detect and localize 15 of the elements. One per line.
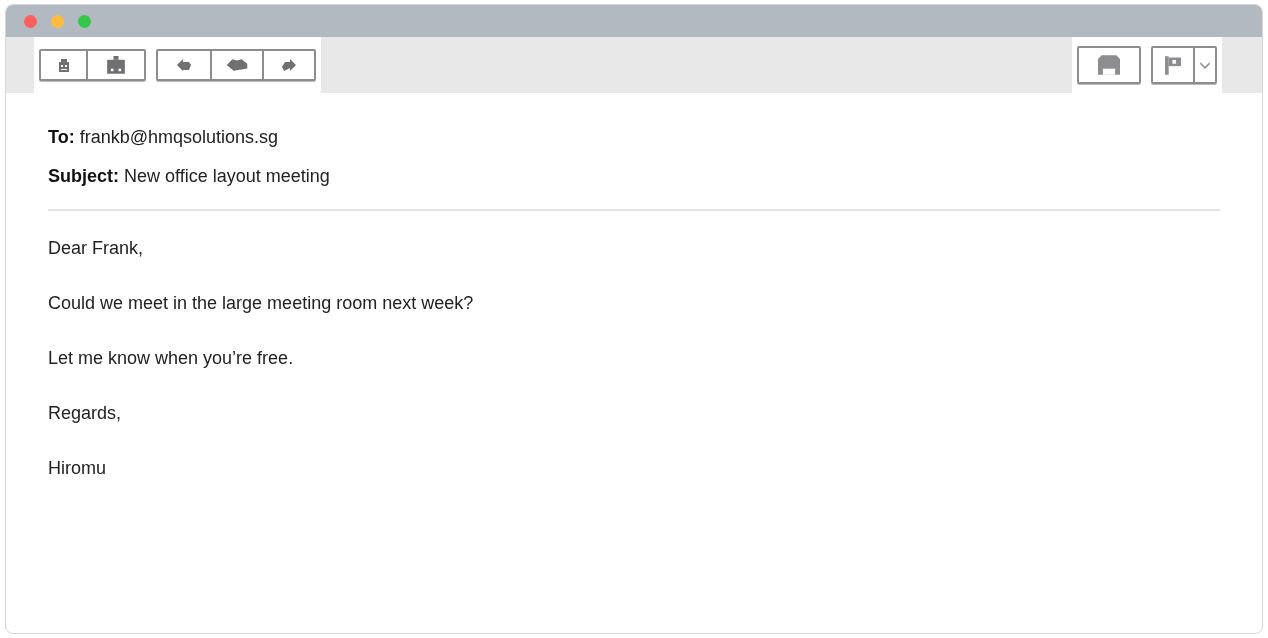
robot-icon [56,57,71,73]
left-arrow-icon [177,58,191,72]
message-paragraph: Let me know when you’re free. [48,347,295,369]
robot-icon [107,55,125,75]
recipient-line: To: frankb@hmqsolutions.sg [48,126,280,148]
right-arrow-icon [282,58,296,72]
message-paragraph: Regards, [48,402,123,424]
caret-icon [1200,61,1210,69]
double-left-arrow-icon [226,57,248,73]
message-paragraph: Could we meet in the large meeting room next week? [48,292,475,314]
printer-icon [1098,55,1120,75]
message-paragraph: Hiromu [48,457,107,479]
subject-line: Subject: New office layout meeting [48,165,331,187]
message-paragraph: Dear Frank, [48,237,145,259]
flag-icon [1165,55,1181,75]
